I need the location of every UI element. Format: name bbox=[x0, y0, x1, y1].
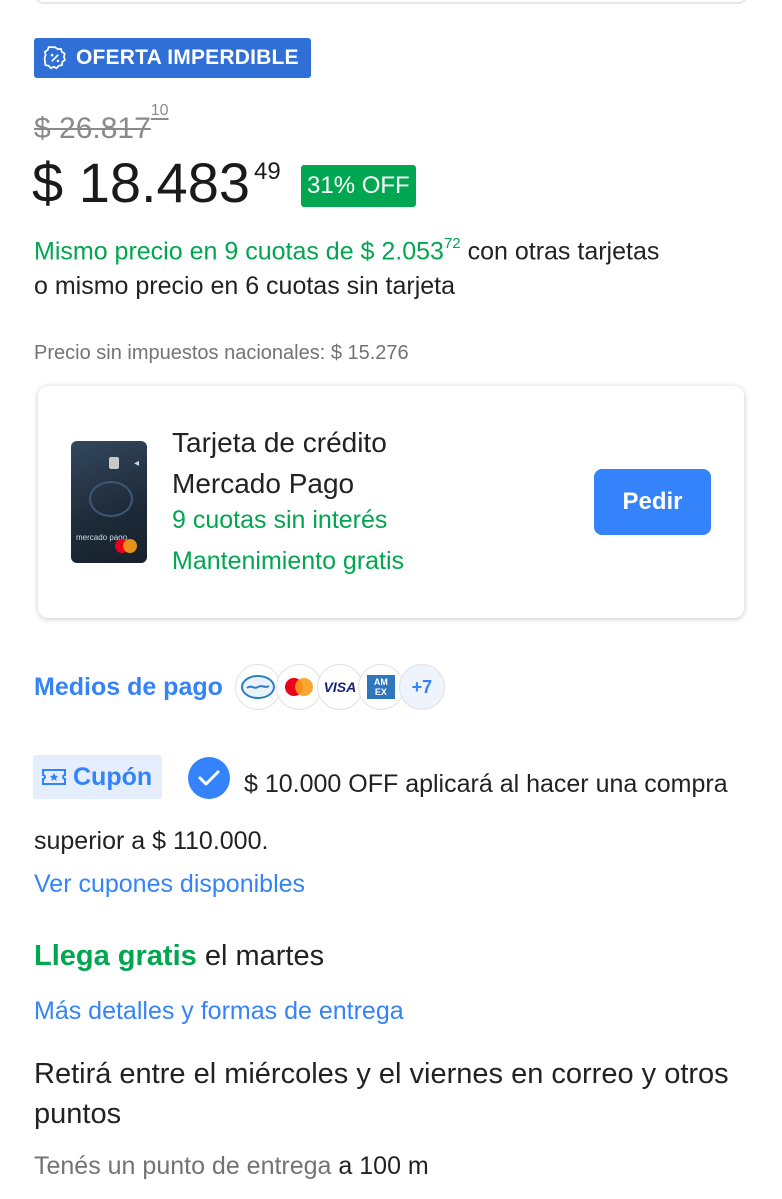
original-price: $ 26.81710 bbox=[34, 102, 169, 145]
shipping-details-link[interactable]: Más detalles y formas de entrega bbox=[34, 997, 404, 1026]
badge-discount-icon bbox=[43, 46, 66, 70]
pickup-point-distance: Tenés un punto de entrega a 100 m bbox=[34, 1152, 429, 1180]
card-offer-maintenance: Mantenimiento gratis bbox=[172, 547, 405, 575]
amex-icon: AM EX bbox=[357, 664, 404, 710]
request-card-button[interactable]: Pedir bbox=[594, 469, 711, 535]
badge-label: OFERTA IMPERDIBLE bbox=[76, 46, 299, 69]
card-offer-title: Tarjeta de crédito Mercado Pago bbox=[172, 427, 387, 499]
deal-badge: OFERTA IMPERDIBLE bbox=[34, 38, 311, 78]
view-coupons-link[interactable]: Ver cupones disponibles bbox=[34, 870, 305, 899]
top-frame bbox=[34, 0, 748, 4]
coupon-tag: Cupón bbox=[33, 755, 163, 799]
tax-note: Precio sin impuestos nacionales: $ 15.27… bbox=[34, 342, 409, 364]
shipping-info: Llega gratis el martes bbox=[34, 940, 325, 972]
payment-methods-link[interactable]: Medios de pago bbox=[34, 673, 223, 702]
mastercard-icon bbox=[275, 664, 322, 710]
current-price: $ 18.483 49 bbox=[32, 151, 281, 214]
mercado-pago-icon bbox=[234, 664, 281, 710]
credit-card-offer: ◂ mercado pago Tarjeta de crédito Mercad… bbox=[38, 386, 744, 618]
visa-icon: VISA bbox=[316, 664, 363, 710]
card-offer-installments: 9 cuotas sin interés bbox=[172, 506, 388, 534]
discount-badge: 31% OFF bbox=[301, 165, 416, 207]
mercado-pago-card-image: ◂ mercado pago bbox=[71, 441, 147, 563]
coupon-check-icon[interactable] bbox=[188, 757, 230, 799]
payment-methods[interactable]: Medios de pago VISA AM EX +7 bbox=[34, 664, 445, 710]
more-payment-methods[interactable]: +7 bbox=[398, 664, 445, 710]
coupon-icon bbox=[42, 769, 66, 785]
installments-info: Mismo precio en 9 cuotas de $ 2.05372 co… bbox=[34, 235, 660, 301]
pickup-info: Retirá entre el miércoles y el viernes e… bbox=[34, 1058, 729, 1130]
